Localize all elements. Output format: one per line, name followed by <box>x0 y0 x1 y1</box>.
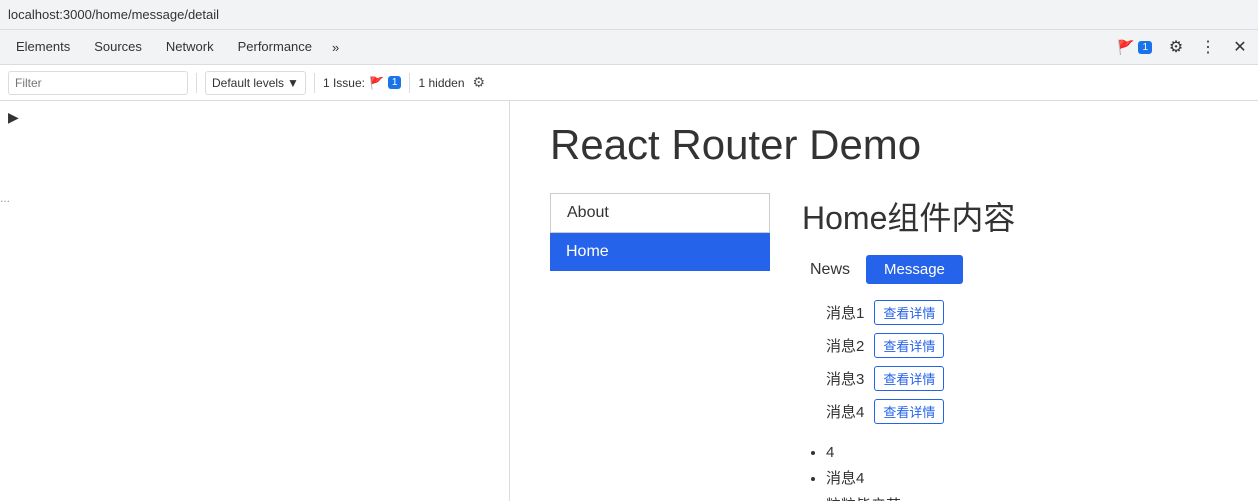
app-title: React Router Demo <box>550 121 1218 169</box>
detail-btn-1[interactable]: 查看详情 <box>874 300 944 325</box>
url-text: localhost:3000/home/message/detail <box>8 7 219 22</box>
filter-input[interactable] <box>15 76 181 90</box>
settings-icon-btn[interactable]: ⚙ <box>1162 33 1190 61</box>
badge-count: 1 <box>1138 41 1152 54</box>
message-list: 消息1 查看详情 消息2 查看详情 消息3 查看详情 消息4 查看详情 <box>802 300 1218 424</box>
devtools-panel: ▶ ... <box>0 101 510 501</box>
nav-link-home[interactable]: Home <box>550 233 770 271</box>
filter-settings-icon[interactable]: ⚙ <box>473 74 486 91</box>
devtools-tabs-bar: Elements Sources Network Performance » 🚩… <box>0 30 1258 65</box>
detail-btn-4[interactable]: 查看详情 <box>874 399 944 424</box>
filter-input-wrap[interactable] <box>8 71 188 95</box>
app-panel: React Router Demo About Home Home组件内容 Ne… <box>510 101 1258 501</box>
tab-sources[interactable]: Sources <box>82 30 154 65</box>
home-component: Home组件内容 News Message 消息1 查看详情 消息2 查看详情 <box>802 193 1218 501</box>
message-icon: 🚩 <box>1117 39 1134 56</box>
chevron-down-icon: ▼ <box>287 76 299 90</box>
nav-links: About Home <box>550 193 770 501</box>
close-icon: ✕ <box>1233 37 1246 57</box>
filter-bar: Default levels ▼ 1 Issue: 🚩 1 1 hidden ⚙ <box>0 65 1258 101</box>
console-dots: ... <box>0 191 10 205</box>
detail-btn-3[interactable]: 查看详情 <box>874 366 944 391</box>
filter-separator-2 <box>314 73 315 93</box>
filter-separator-3 <box>409 73 410 93</box>
close-devtools-btn[interactable]: ✕ <box>1226 33 1254 61</box>
sub-nav-message[interactable]: Message <box>866 255 963 284</box>
sub-nav-news[interactable]: News <box>802 257 858 283</box>
sub-nav: News Message <box>802 255 1218 284</box>
tab-more[interactable]: » <box>324 30 347 65</box>
detail-item-1: 4 <box>826 444 1218 461</box>
detail-item-3: 粒粒皆辛苦 <box>826 494 1218 501</box>
list-item: 消息2 查看详情 <box>826 333 1218 358</box>
detail-btn-2[interactable]: 查看详情 <box>874 333 944 358</box>
tab-performance[interactable]: Performance <box>226 30 324 65</box>
browser-url-bar: localhost:3000/home/message/detail <box>0 0 1258 30</box>
list-item: 消息3 查看详情 <box>826 366 1218 391</box>
settings-icon: ⚙ <box>1169 37 1183 57</box>
hidden-count: 1 hidden <box>418 76 464 90</box>
more-options-icon-btn[interactable]: ⋮ <box>1194 33 1222 61</box>
list-item: 消息1 查看详情 <box>826 300 1218 325</box>
more-icon: ⋮ <box>1200 37 1216 57</box>
issue-count: 1 <box>388 76 402 89</box>
devtools-icon-group: 🚩 1 ⚙ ⋮ ✕ <box>1111 33 1254 61</box>
console-arrow[interactable]: ▶ <box>8 109 19 126</box>
message-id-2: 消息2 <box>826 335 864 356</box>
message-icon-2: 🚩 <box>369 76 384 90</box>
message-id-4: 消息4 <box>826 401 864 422</box>
default-levels-dropdown[interactable]: Default levels ▼ <box>205 71 306 95</box>
detail-item-2: 消息4 <box>826 467 1218 488</box>
list-item: 消息4 查看详情 <box>826 399 1218 424</box>
app-body: About Home Home组件内容 News Message 消息1 查看详… <box>550 193 1218 501</box>
issue-badge: 1 Issue: 🚩 1 <box>323 76 402 90</box>
main-layout: ▶ ... React Router Demo About Home Home组… <box>0 101 1258 501</box>
tab-elements[interactable]: Elements <box>4 30 82 65</box>
message-id-1: 消息1 <box>826 302 864 323</box>
tab-network[interactable]: Network <box>154 30 226 65</box>
console-badge[interactable]: 🚩 1 <box>1111 39 1158 56</box>
home-component-title: Home组件内容 <box>802 193 1218 239</box>
detail-list: 4 消息4 粒粒皆辛苦 <box>802 444 1218 501</box>
filter-separator <box>196 73 197 93</box>
nav-link-about[interactable]: About <box>550 193 770 233</box>
message-id-3: 消息3 <box>826 368 864 389</box>
